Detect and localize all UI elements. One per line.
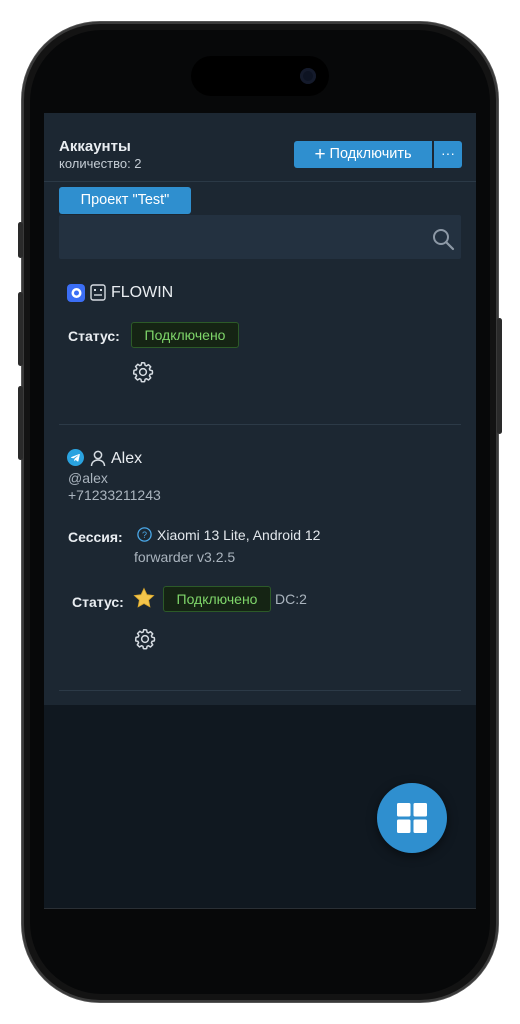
search-icon[interactable] (431, 227, 455, 251)
status-label: Статус: (72, 594, 124, 610)
status-badge: Подключено (163, 586, 271, 612)
account-phone: +71233211243 (68, 487, 161, 503)
page-title: Аккаунты (59, 138, 131, 155)
gear-icon[interactable] (133, 627, 157, 651)
more-icon: ··· (441, 145, 455, 161)
bottom-edge (44, 908, 476, 909)
status-label: Статус: (68, 328, 120, 344)
search-input[interactable] (59, 215, 461, 259)
account-name: FLOWIN (111, 284, 174, 301)
session-label: Сессия: (68, 529, 123, 545)
bot-face-icon (90, 284, 106, 301)
session-device: Xiaomi 13 Lite, Android 12 (157, 527, 321, 543)
star-icon (133, 587, 155, 608)
connect-button-label: Подключить (329, 146, 412, 162)
flowin-logo-icon (67, 284, 85, 302)
grid-icon (397, 803, 427, 833)
session-app-version: forwarder v3.2.5 (134, 549, 236, 565)
apps-fab-button[interactable] (377, 783, 447, 853)
account-name: Alex (111, 450, 143, 467)
project-tag[interactable]: Проект "Test" (59, 187, 191, 214)
user-icon (90, 450, 106, 467)
side-button-action (18, 222, 23, 258)
gear-icon[interactable] (131, 360, 155, 384)
card-divider (59, 424, 461, 425)
side-button-volume-up (18, 292, 23, 366)
app-screen: Аккаунты количество: 2 + Подключить ··· П… (44, 113, 476, 908)
connect-button[interactable]: + Подключить (294, 141, 432, 168)
card-divider (59, 690, 461, 691)
svg-text:?: ? (142, 530, 147, 540)
header-divider (44, 181, 476, 182)
accounts-count: количество: 2 (59, 156, 142, 171)
plus-icon: + (314, 144, 326, 165)
camera-icon (300, 68, 316, 84)
more-options-button[interactable]: ··· (434, 141, 462, 168)
dc-label: DC:2 (275, 591, 307, 607)
telegram-icon (67, 449, 84, 466)
account-username: @alex (68, 470, 108, 486)
side-button-volume-down (18, 386, 23, 460)
accounts-panel: Аккаунты количество: 2 + Подключить ··· П… (44, 113, 476, 705)
status-badge: Подключено (131, 322, 239, 348)
help-circle-icon[interactable]: ? (137, 527, 152, 542)
side-button-power (497, 318, 502, 434)
